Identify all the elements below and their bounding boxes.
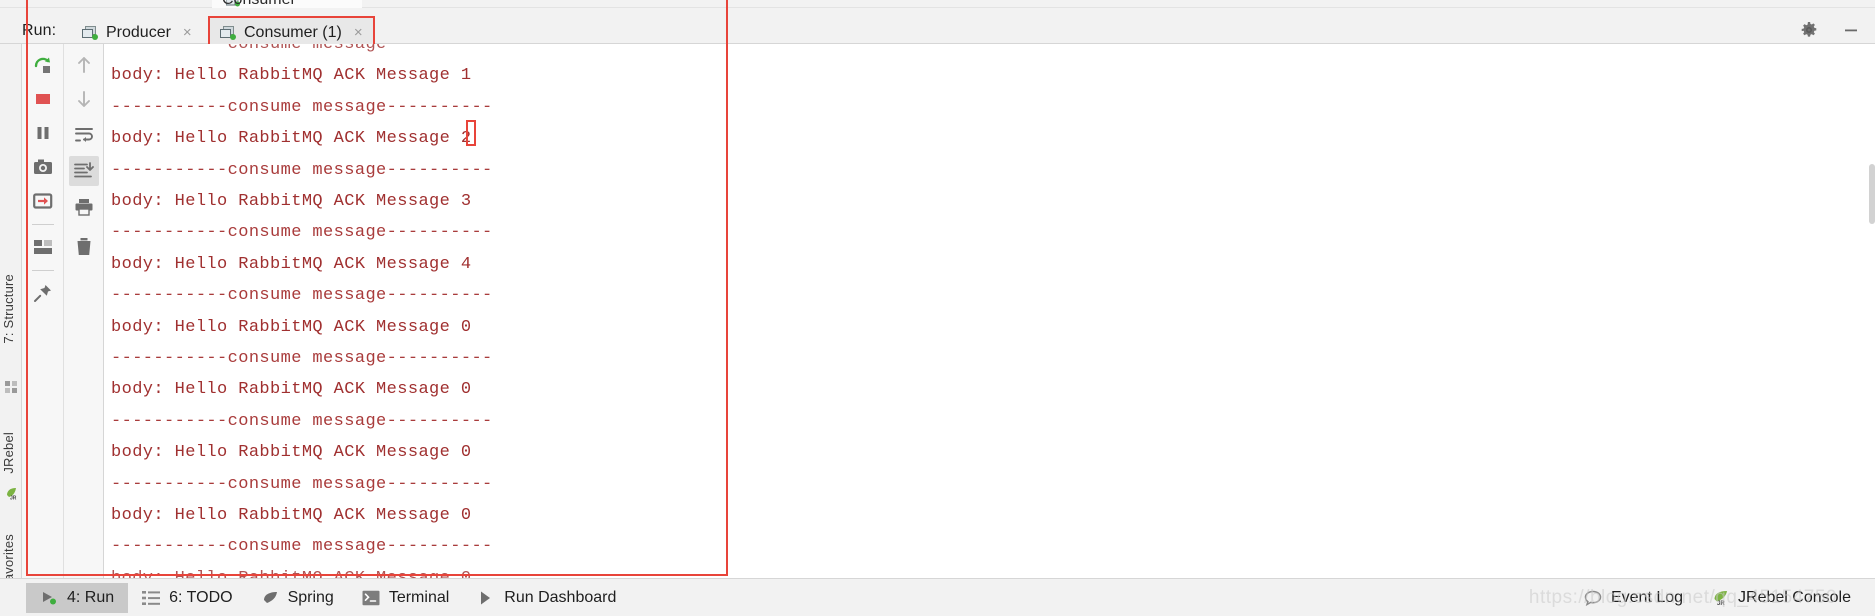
left-tool-strip: 7: Structure JRebel JR 2: Favorites	[0, 44, 22, 604]
soft-wrap-icon[interactable]	[69, 120, 99, 150]
console-separator-line: -----------consume message----------	[111, 411, 493, 431]
run-toolbar-secondary	[64, 44, 104, 578]
tab-label: Consumer (1)	[244, 23, 342, 41]
trash-icon[interactable]	[69, 232, 99, 262]
console-separator-line: -----------consume message----------	[111, 537, 493, 557]
status-bar: 4: Run 6: TODO Spring Terminal Run Dashb…	[0, 578, 1875, 616]
status-item-label: 6: TODO	[169, 588, 233, 606]
close-icon[interactable]: ×	[183, 25, 192, 40]
play-triangle-icon	[477, 590, 495, 606]
terminal-icon	[362, 590, 380, 606]
status-item-spring[interactable]: Spring	[247, 583, 348, 613]
idea-run-window: Consumer Run: Producer × Consumer (1) ×	[0, 0, 1875, 616]
console-scrollbar[interactable]	[1869, 164, 1875, 224]
status-item-terminal[interactable]: Terminal	[348, 583, 463, 613]
spring-leaf-icon	[261, 590, 279, 606]
arrow-up-icon[interactable]	[69, 50, 99, 80]
svg-text:JR: JR	[1717, 601, 1725, 606]
sidebar-item-jrebel[interactable]: JRebel	[1, 432, 21, 474]
console-message-line: body: Hello RabbitMQ ACK Message 0	[111, 569, 471, 578]
run-icon	[40, 590, 58, 606]
svg-text:JR: JR	[10, 495, 17, 500]
console-separator-line: -----------consume message----------	[111, 223, 493, 243]
status-item-run-dashboard[interactable]: Run Dashboard	[463, 583, 630, 613]
status-item-label: 4: Run	[67, 588, 115, 606]
console-separator-line: -----------consume message----------	[111, 286, 493, 306]
print-icon[interactable]	[69, 192, 99, 222]
status-item-label: Terminal	[388, 588, 450, 606]
console-message-line: body: Hello RabbitMQ ACK Message 1	[111, 66, 472, 86]
console-separator-line: -----------consume message----------	[111, 44, 493, 54]
todo-icon	[142, 590, 161, 606]
status-bar-left: 4: Run 6: TODO Spring Terminal Run Dashb…	[26, 582, 630, 613]
status-item-label: Event Log	[1610, 588, 1684, 606]
pause-button[interactable]	[28, 118, 58, 148]
camera-icon[interactable]	[28, 152, 58, 182]
toolbar-separator	[32, 224, 54, 225]
console-message-line: body: Hello RabbitMQ ACK Message 2	[111, 129, 472, 149]
stop-button[interactable]	[28, 84, 58, 114]
jrebel-leaf-icon: JR	[5, 487, 17, 501]
minimize-icon[interactable]	[1841, 20, 1861, 40]
jrebel-leaf-icon: JR	[1711, 590, 1729, 607]
scroll-to-end-icon[interactable]	[69, 156, 99, 186]
restore-layout-icon[interactable]	[28, 232, 58, 262]
run-configuration-icon	[220, 25, 236, 40]
status-item-run[interactable]: 4: Run	[26, 582, 129, 613]
console-message-line: body: Hello RabbitMQ ACK Message 0	[111, 317, 472, 337]
status-item-todo[interactable]: 6: TODO	[128, 583, 246, 613]
console-output[interactable]: -----------consume message---------- body…	[105, 44, 1875, 578]
status-item-event-log[interactable]: Event Log	[1570, 583, 1697, 613]
close-icon[interactable]: ×	[354, 25, 363, 40]
arrow-down-icon[interactable]	[69, 84, 99, 114]
run-window-title: Run:	[22, 22, 57, 39]
status-bar-right: Event Log JR JRebel Console	[1570, 583, 1865, 613]
sidebar-item-structure[interactable]: 7: Structure	[1, 274, 21, 344]
upper-tab-label: Consumer	[222, 0, 296, 7]
run-window-header: Run: Producer × Consumer (1) ×	[0, 8, 1875, 49]
toolbar-separator	[32, 270, 54, 271]
rerun-button[interactable]	[28, 50, 58, 80]
console-message-line: body: Hello RabbitMQ ACK Message 0	[111, 443, 472, 463]
console-separator-line: -----------consume message----------	[111, 97, 493, 117]
console-message-line: body: Hello RabbitMQ ACK Message 0	[111, 506, 472, 525]
structure-icon	[5, 380, 17, 393]
console-message-line: body: Hello RabbitMQ ACK Message 0	[111, 380, 472, 400]
console-separator-line: -----------consume message----------	[111, 349, 493, 368]
event-log-icon	[1584, 590, 1602, 606]
pin-icon[interactable]	[28, 278, 58, 308]
run-configuration-icon	[82, 25, 98, 40]
status-item-label: Spring	[287, 588, 334, 606]
status-item-label: JRebel Console	[1738, 588, 1851, 606]
run-toolbar-primary	[22, 44, 64, 578]
status-item-jrebel-console[interactable]: JR JRebel Console	[1697, 583, 1865, 613]
header-actions	[1799, 16, 1861, 44]
console-message-line: body: Hello RabbitMQ ACK Message 3	[111, 192, 472, 211]
tab-label: Producer	[106, 23, 171, 41]
console-message-line: body: Hello RabbitMQ ACK Message 4	[111, 254, 472, 274]
status-item-label: Run Dashboard	[504, 588, 617, 606]
exit-button[interactable]	[28, 186, 58, 216]
gear-icon[interactable]	[1799, 20, 1819, 40]
console-separator-line: -----------consume message----------	[111, 160, 493, 180]
console-separator-line: -----------consume message----------	[111, 474, 493, 494]
